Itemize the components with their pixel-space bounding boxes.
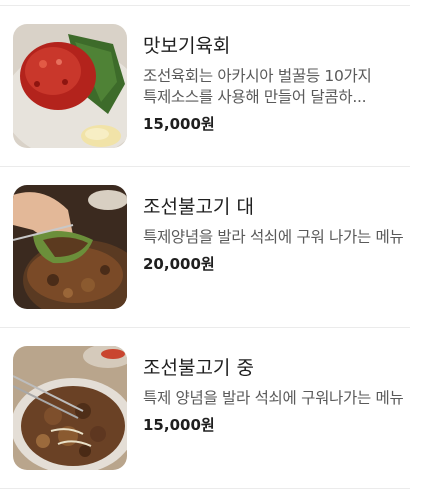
menu-description: 조선육회는 아카시아 벌꿀등 10가지 특제소스를 사용해 만들어 달콤하... xyxy=(143,67,372,106)
bulgogi-medium-photo-image xyxy=(13,346,127,470)
menu-photo-bulgogi-medium xyxy=(13,346,127,470)
menu-name: 조선불고기 대 xyxy=(143,196,254,218)
menu-price: 20,000원 xyxy=(143,255,215,273)
menu-item-yukhoe[interactable]: 맛보기육회 조선육회는 아카시아 벌꿀등 10가지 특제소스를 사용해 만들어 … xyxy=(0,6,421,166)
menu-item-bulgogi-medium[interactable]: 조선불고기 중 특제 양념을 발라 석쇠에 구워나가는 메뉴 15,000원 xyxy=(0,328,421,488)
menu-price: 15,000원 xyxy=(143,115,215,133)
menu-name: 조선불고기 중 xyxy=(143,357,254,379)
menu-description: 특제 양념을 발라 석쇠에 구워나가는 메뉴 xyxy=(143,389,404,407)
menu-info: 조선불고기 대 특제양념을 발라 석쇠에 구워 나가는 메뉴 20,000원 xyxy=(143,195,415,274)
bulgogi-large-photo-image xyxy=(13,185,127,309)
menu-photo-bulgogi-large xyxy=(13,185,127,309)
menu-price: 15,000원 xyxy=(143,416,215,434)
menu-description: 특제양념을 발라 석쇠에 구워 나가는 메뉴 xyxy=(143,228,404,246)
menu-info: 조선불고기 중 특제 양념을 발라 석쇠에 구워나가는 메뉴 15,000원 xyxy=(143,356,415,435)
menu-info: 맛보기육회 조선육회는 아카시아 벌꿀등 10가지 특제소스를 사용해 만들어 … xyxy=(143,34,415,134)
menu-name: 맛보기육회 xyxy=(143,35,231,57)
menu-photo-yukhoe xyxy=(13,24,127,148)
yukhoe-photo-image xyxy=(13,24,127,148)
menu-item-bulgogi-large[interactable]: 조선불고기 대 특제양념을 발라 석쇠에 구워 나가는 메뉴 20,000원 xyxy=(0,167,421,327)
menu-list: 맛보기육회 조선육회는 아카시아 벌꿀등 10가지 특제소스를 사용해 만들어 … xyxy=(0,0,421,489)
